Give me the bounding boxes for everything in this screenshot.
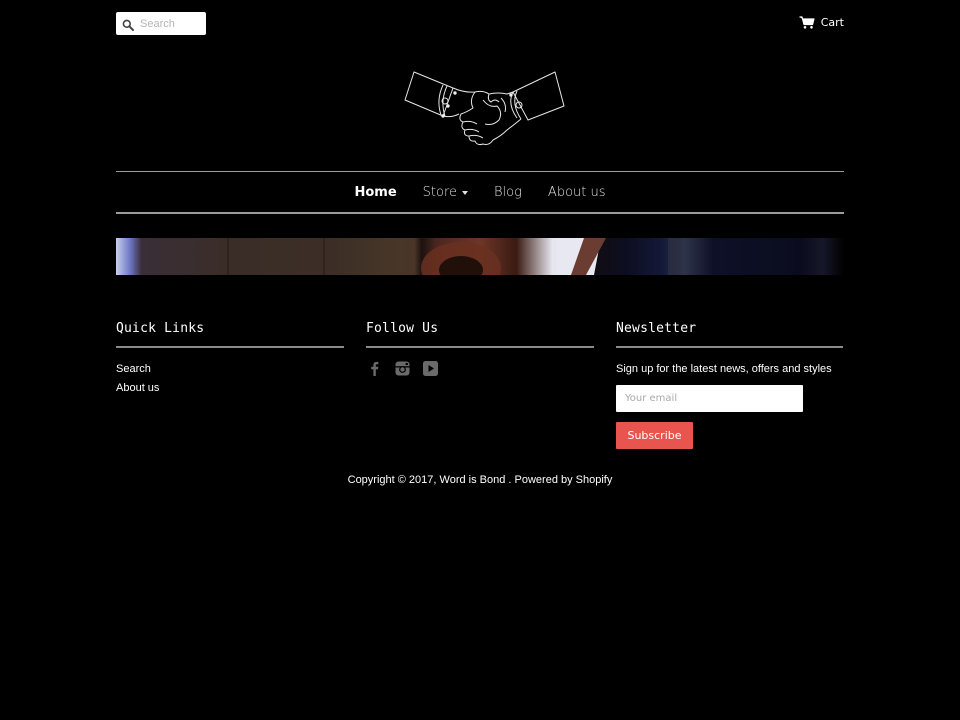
footer-follow-us: Follow Us (366, 320, 594, 377)
nav-item-blog[interactable]: Blog (494, 185, 522, 200)
handshake-logo[interactable] (403, 70, 566, 148)
instagram-icon[interactable] (394, 360, 411, 377)
caret-down-icon (462, 190, 469, 195)
copyright-separator: . (505, 474, 515, 486)
social-links (366, 360, 594, 377)
subscribe-button[interactable]: Subscribe (616, 422, 693, 449)
newsletter-heading: Newsletter (616, 320, 843, 348)
nav-item-label: About us (547, 184, 606, 200)
nav-item-store[interactable]: Store (422, 184, 469, 200)
cart-link[interactable]: Cart (799, 16, 844, 29)
email-input[interactable] (616, 385, 803, 412)
main-nav: Home Store Blog About us (116, 171, 844, 214)
facebook-icon[interactable] (366, 360, 383, 377)
cart-label: Cart (820, 16, 844, 29)
copyright-prefix: Copyright © 2017, (347, 474, 440, 486)
copyright: Copyright © 2017, Word is Bond . Powered… (0, 474, 960, 486)
footer-quick-links: Quick Links Search About us (116, 320, 344, 398)
search-box[interactable] (116, 12, 206, 35)
nav-item-about-us[interactable]: About us (548, 185, 606, 200)
powered-by-shopify-link[interactable]: Powered by Shopify (515, 474, 613, 486)
page: Cart (0, 0, 960, 720)
newsletter-description: Sign up for the latest news, offers and … (616, 363, 832, 375)
nav-item-label: Blog (494, 184, 522, 200)
store-name-link[interactable]: Word is Bond (440, 474, 506, 486)
nav-item-label: Home (354, 184, 397, 200)
cart-icon (799, 16, 815, 29)
footer-newsletter: Newsletter Sign up for the latest news, … (616, 320, 843, 449)
search-input[interactable] (140, 17, 200, 30)
nav-item-home[interactable]: Home (354, 185, 396, 200)
footer-link-about-us[interactable]: About us (116, 379, 344, 398)
follow-us-heading: Follow Us (366, 320, 594, 348)
banner-photo-detail (227, 238, 680, 275)
search-icon[interactable] (122, 18, 134, 31)
footer-link-search[interactable]: Search (116, 360, 344, 379)
banner-image[interactable] (116, 238, 844, 275)
nav-item-label: Store (422, 184, 458, 200)
quick-links-heading: Quick Links (116, 320, 344, 348)
youtube-icon[interactable] (422, 360, 439, 377)
